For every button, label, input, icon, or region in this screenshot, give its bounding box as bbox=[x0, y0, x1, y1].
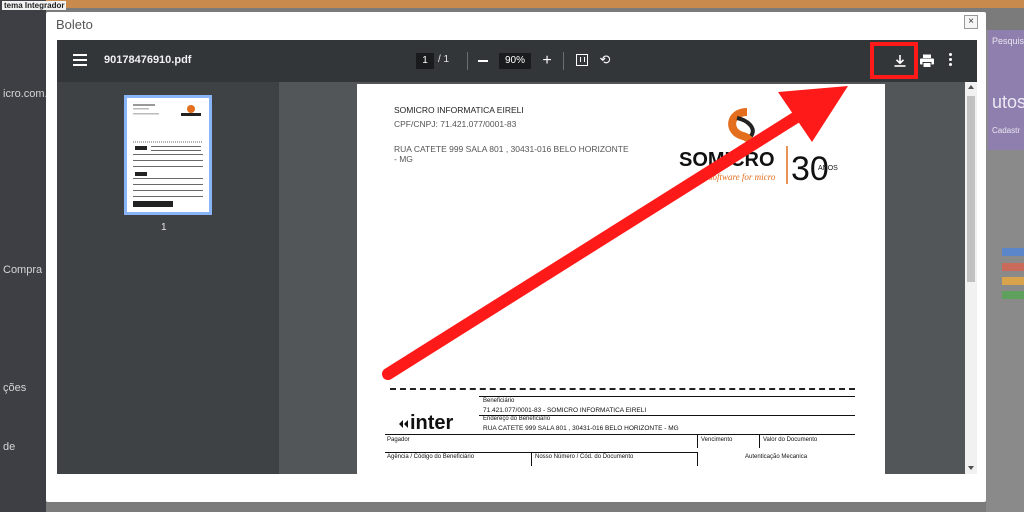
zoom-in-button[interactable]: + bbox=[541, 53, 553, 69]
logo-tagline: software for micro bbox=[709, 172, 776, 182]
download-highlight-box bbox=[870, 42, 918, 79]
menu-icon[interactable] bbox=[73, 54, 87, 66]
cut-line bbox=[390, 388, 855, 390]
background-top-bar bbox=[0, 0, 1024, 8]
valor-label: Valor do Documento bbox=[763, 437, 818, 443]
toolbar-divider bbox=[467, 52, 468, 70]
vertical-scrollbar[interactable] bbox=[965, 82, 977, 474]
legend-swatch bbox=[1002, 277, 1024, 285]
nosso-numero-label: Nosso Número / Cód. do Documento bbox=[535, 454, 634, 460]
close-button[interactable]: × bbox=[964, 15, 978, 29]
beneficiario-label: Beneficiário bbox=[483, 398, 515, 404]
company-address: RUA CATETE 999 SALA 801 , 30431-016 BELO… bbox=[394, 144, 629, 164]
print-icon[interactable] bbox=[919, 53, 935, 69]
background-header-panel: Pesquis utos Cadastr bbox=[988, 30, 1024, 150]
endereco-label: Endereço do Beneficiário bbox=[483, 416, 551, 422]
legend-swatch bbox=[1002, 263, 1024, 271]
page-thumbnail[interactable] bbox=[124, 95, 212, 215]
file-name: 90178476910.pdf bbox=[104, 54, 192, 66]
pdf-viewer: 90178476910.pdf 1 / 1 90% + ⟲ 1 SOMICRO … bbox=[57, 40, 977, 474]
somicro-logo: SOMICRO software for micro 30 ANOS bbox=[679, 108, 838, 188]
sidebar-text: ções bbox=[3, 382, 27, 394]
zoom-out-button[interactable] bbox=[478, 60, 488, 62]
thumbnail-preview bbox=[133, 104, 203, 207]
boleto-modal: Boleto × 90178476910.pdf 1 / 1 90% + ⟲ 1… bbox=[46, 12, 986, 502]
scroll-down-arrow[interactable] bbox=[968, 466, 974, 470]
more-options-icon[interactable] bbox=[949, 53, 953, 69]
background-sidebar: tema Integrador icro.com.b Compra ções d… bbox=[0, 0, 67, 512]
agencia-label: Agência / Código do Beneficiário bbox=[387, 454, 475, 460]
vencimento-label: Vencimento bbox=[701, 437, 733, 443]
autenticacao-label: Autenticação Mecanica bbox=[745, 454, 808, 460]
toolbar-divider bbox=[563, 52, 564, 70]
scroll-thumb[interactable] bbox=[967, 96, 975, 282]
logo-anos: ANOS bbox=[818, 165, 838, 172]
sidebar-text: de bbox=[3, 441, 16, 453]
background-right-panel: Pesquis utos Cadastr bbox=[986, 30, 1024, 512]
background-title-text: utos bbox=[992, 92, 1024, 112]
page-number-input[interactable]: 1 bbox=[416, 53, 434, 69]
sidebar-text: Compra bbox=[3, 264, 43, 276]
background-search-text: Pesquis bbox=[992, 36, 1024, 46]
company-cnpj: CPF/CNPJ: 71.421.077/0001-83 bbox=[394, 119, 517, 129]
pdf-toolbar: 90178476910.pdf 1 / 1 90% + ⟲ bbox=[57, 40, 977, 82]
thumbnail-page-number: 1 bbox=[161, 222, 167, 233]
pagador-label: Pagador bbox=[387, 437, 410, 443]
modal-title: Boleto bbox=[56, 17, 93, 32]
logo-brand-text: SOMICRO bbox=[679, 149, 775, 171]
system-label: tema Integrador bbox=[2, 1, 67, 10]
pdf-page: SOMICRO INFORMATICA EIRELI CPF/CNPJ: 71.… bbox=[357, 84, 885, 474]
page-total: / 1 bbox=[438, 54, 450, 65]
scroll-up-arrow[interactable] bbox=[968, 85, 974, 89]
background-tab-text: Cadastr bbox=[992, 126, 1021, 135]
beneficiario-value: 71.421.077/0001-83 - SOMICRO INFORMATICA… bbox=[483, 407, 647, 414]
zoom-input[interactable]: 90% bbox=[499, 53, 531, 69]
legend-swatch bbox=[1002, 291, 1024, 299]
fit-page-icon[interactable] bbox=[576, 54, 588, 66]
bank-name: inter bbox=[410, 412, 454, 434]
rotate-icon[interactable]: ⟲ bbox=[597, 52, 613, 68]
thumbnail-pane: 1 bbox=[57, 82, 279, 474]
boleto-form: inter Beneficiário 71.421.077/0001-83 - … bbox=[385, 396, 855, 474]
inter-logo: inter bbox=[399, 412, 454, 434]
company-name: SOMICRO INFORMATICA EIRELI bbox=[394, 105, 524, 115]
endereco-value: RUA CATETE 999 SALA 801 , 30431-016 BELO… bbox=[483, 425, 679, 432]
legend-swatch bbox=[1002, 248, 1024, 256]
